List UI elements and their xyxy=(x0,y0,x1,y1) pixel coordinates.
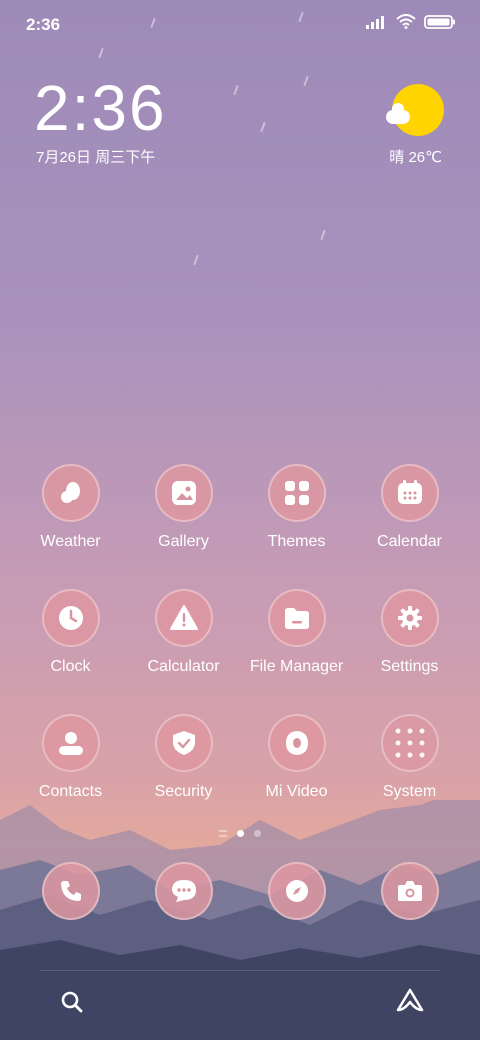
search-icon[interactable] xyxy=(60,990,84,1014)
wifi-icon xyxy=(396,14,416,29)
page-indicator[interactable] xyxy=(0,830,480,837)
app-security[interactable]: Security xyxy=(127,714,240,801)
warning-icon xyxy=(169,605,198,630)
battery-icon xyxy=(424,14,455,29)
page-dot-active xyxy=(237,830,244,837)
weather-icon xyxy=(60,482,80,503)
app-system-folder[interactable]: System xyxy=(353,714,466,801)
app-label: Security xyxy=(154,783,213,800)
navigation-bar xyxy=(0,960,480,1040)
page-dot xyxy=(254,830,261,837)
shield-icon xyxy=(172,731,195,755)
video-icon xyxy=(285,731,308,755)
cloud-icon xyxy=(386,103,410,124)
gear-icon xyxy=(397,606,422,630)
app-settings[interactable]: Settings xyxy=(353,589,466,676)
app-clock[interactable]: Clock xyxy=(14,589,127,676)
app-gallery[interactable]: Gallery xyxy=(127,464,240,551)
app-label: File Manager xyxy=(249,658,344,675)
clock-icon xyxy=(58,606,83,630)
phone-icon xyxy=(60,881,81,901)
app-label: Calendar xyxy=(377,533,442,550)
clock-widget-date: 7月26日 周三下午 xyxy=(36,149,156,166)
app-label: Clock xyxy=(50,658,91,675)
gallery-icon xyxy=(171,481,196,505)
folder-icon xyxy=(284,608,309,629)
calendar-icon xyxy=(397,480,422,504)
folder-grid-icon xyxy=(395,728,424,758)
app-mi-video[interactable]: Mi Video xyxy=(240,714,353,801)
app-label: Calculator xyxy=(147,658,220,675)
weather-text: 晴 26℃ xyxy=(389,149,442,166)
app-label: Gallery xyxy=(158,533,209,550)
dock-browser[interactable] xyxy=(240,862,353,920)
page-indicator-menu-icon xyxy=(219,830,227,837)
dock-camera[interactable] xyxy=(353,862,466,920)
app-file-manager[interactable]: File Manager xyxy=(240,589,353,676)
clock-widget-time[interactable]: 2:36 xyxy=(34,76,167,140)
app-calendar[interactable]: Calendar xyxy=(353,464,466,551)
assistant-icon[interactable] xyxy=(396,988,424,1014)
browser-compass-icon xyxy=(285,880,308,902)
signal-icon xyxy=(366,15,384,29)
app-themes[interactable]: Themes xyxy=(240,464,353,551)
app-label: Themes xyxy=(267,533,326,550)
app-label: Contacts xyxy=(38,783,103,800)
app-label: Mi Video xyxy=(265,783,328,800)
camera-icon xyxy=(397,881,422,901)
app-calculator[interactable]: Calculator xyxy=(127,589,240,676)
status-bar: 2:36 xyxy=(0,0,480,50)
themes-icon xyxy=(284,481,309,505)
app-label: System xyxy=(382,783,437,800)
app-label: Settings xyxy=(380,658,439,675)
navbar-divider xyxy=(40,970,440,971)
app-contacts[interactable]: Contacts xyxy=(14,714,127,801)
messages-icon xyxy=(171,880,196,902)
status-time: 2:36 xyxy=(26,15,61,34)
contact-icon xyxy=(58,732,83,755)
app-label: Weather xyxy=(40,533,101,550)
app-weather[interactable]: Weather xyxy=(14,464,127,551)
dock-phone[interactable] xyxy=(14,862,127,920)
dock-messages[interactable] xyxy=(127,862,240,920)
